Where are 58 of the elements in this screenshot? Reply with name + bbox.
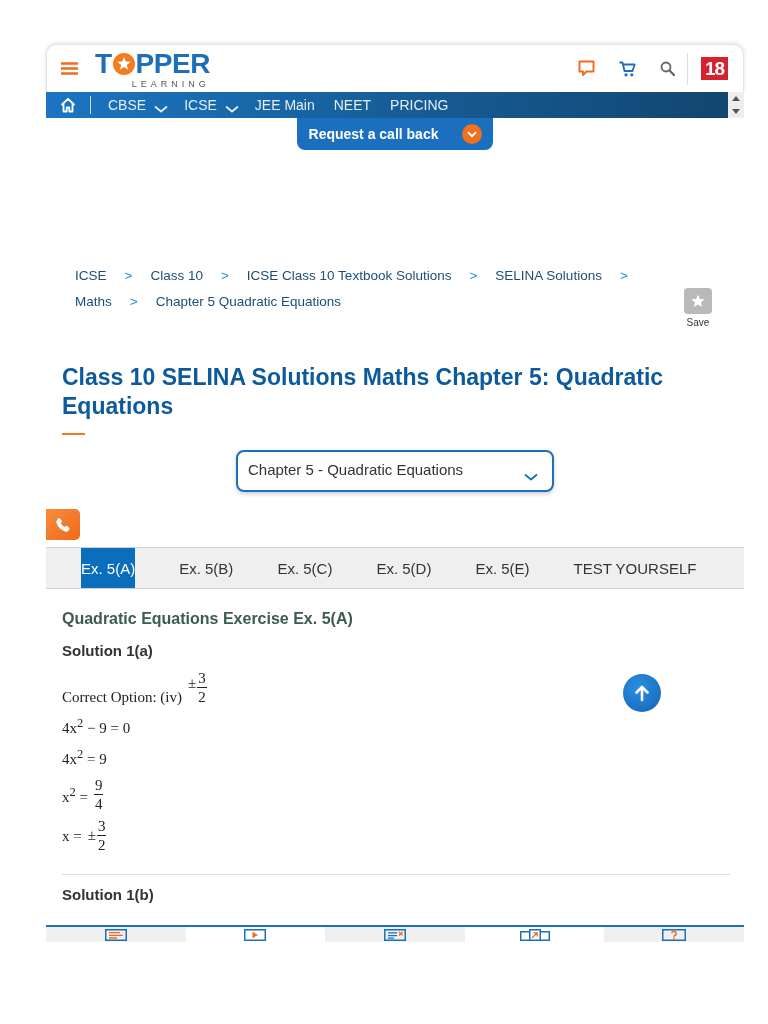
- solution-heading: Solution 1(b): [62, 885, 155, 905]
- nav-link[interactable]: JEE Main: [254, 97, 315, 113]
- bottom-nav-button[interactable]: [325, 927, 465, 942]
- chevron-down-icon: [154, 105, 169, 113]
- breadcrumb-link[interactable]: ICSE Class 10 Textbook Solutions: [246, 263, 452, 289]
- breadcrumb-link[interactable]: Chapter 5 Quadratic Equations: [155, 289, 342, 315]
- breadcrumb-link[interactable]: SELINA Solutions: [495, 263, 602, 289]
- star-icon: [691, 294, 705, 308]
- math-line: 4x$^{2}$ = 9: [62, 746, 107, 769]
- logo-link[interactable]: T PPER LEARNING: [95, 48, 210, 89]
- phone-icon: [55, 516, 71, 533]
- math-line: Correct Option: (iv) ±3 2: [62, 669, 207, 706]
- solution-heading: Solution 1(a): [62, 641, 154, 661]
- section-heading: Quadratic Equations Exercise Ex. 5(A): [62, 609, 354, 629]
- scroll-down-arrow-icon[interactable]: [732, 109, 740, 114]
- cart-icon[interactable]: [619, 60, 636, 77]
- call-button[interactable]: [46, 509, 80, 540]
- tab[interactable]: Ex. 5(A): [81, 548, 136, 588]
- tab[interactable]: TEST YOURSELF: [573, 548, 697, 588]
- notes-icon: [104, 929, 127, 941]
- nav-link[interactable]: NEET: [333, 97, 372, 113]
- nav-link[interactable]: ICSE: [184, 97, 239, 113]
- play-icon: [244, 929, 267, 941]
- chevron-down-icon: [462, 124, 483, 144]
- chevron-down-icon: [224, 105, 239, 113]
- bottom-nav-button[interactable]: [604, 927, 744, 942]
- page-title: Class 10 SELINA Solutions Maths Chapter 5: Quadratic Equations: [62, 363, 665, 421]
- nav-link[interactable]: PRICING: [390, 97, 449, 113]
- math-line: 4x$^{2}$ − 9 = 0: [62, 715, 131, 738]
- breadcrumb-separator: >: [124, 267, 133, 285]
- tab[interactable]: Ex. 5(D): [376, 548, 432, 588]
- chapter-select[interactable]: Chapter 5 - Quadratic Equations: [236, 450, 554, 492]
- help-icon: [662, 929, 687, 941]
- search-icon[interactable]: [660, 61, 675, 76]
- chevron-down-icon: [524, 473, 538, 481]
- document-icon: [384, 929, 406, 941]
- save-label: Save: [686, 317, 710, 329]
- scroll-up-arrow-icon[interactable]: [732, 96, 740, 101]
- menu-icon[interactable]: [61, 62, 78, 75]
- breadcrumb-link[interactable]: Class 10: [150, 263, 203, 289]
- book-icon: [519, 929, 550, 941]
- chat-icon[interactable]: [578, 60, 595, 77]
- tab[interactable]: Ex. 5(C): [277, 548, 333, 588]
- scroll-to-top-button[interactable]: [623, 674, 661, 712]
- breadcrumb-link[interactable]: ICSE: [75, 263, 107, 289]
- breadcrumb-separator: >: [619, 267, 628, 285]
- tab[interactable]: Ex. 5(B): [179, 548, 234, 588]
- bottom-nav-button[interactable]: [46, 927, 186, 942]
- breadcrumb-separator: >: [469, 267, 478, 285]
- nav-link[interactable]: CBSE: [108, 97, 169, 113]
- channel-logo: 18: [701, 57, 728, 80]
- arrow-up-icon: [633, 684, 651, 702]
- breadcrumb-link[interactable]: Maths: [75, 289, 112, 315]
- home-icon[interactable]: [60, 97, 76, 113]
- breadcrumb-separator: >: [220, 267, 229, 285]
- breadcrumb-separator: >: [129, 293, 138, 311]
- request-callback-button[interactable]: Request a call back: [296, 118, 494, 150]
- tab[interactable]: Ex. 5(E): [475, 548, 530, 588]
